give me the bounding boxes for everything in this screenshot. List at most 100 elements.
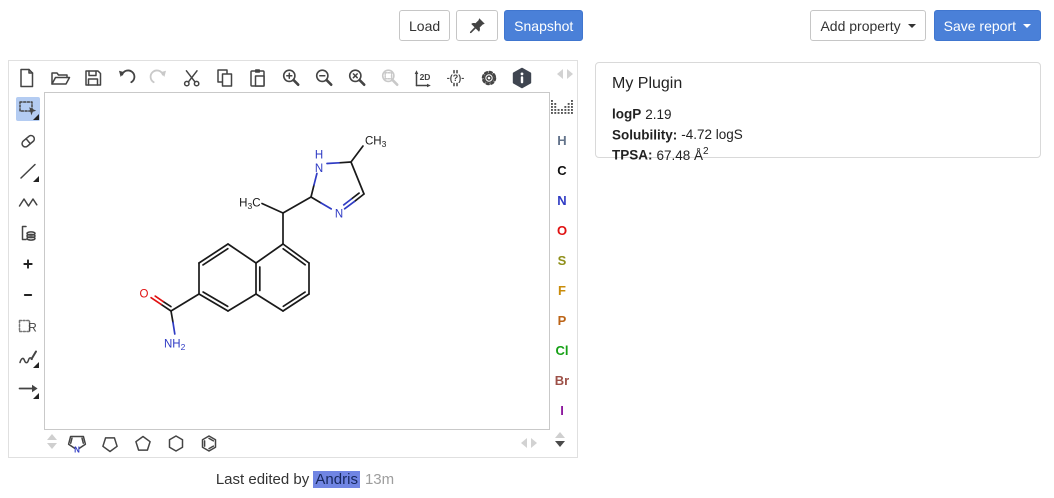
- bond-icon: [17, 160, 39, 182]
- snapshot-button[interactable]: Snapshot: [504, 10, 583, 41]
- element-button-br[interactable]: Br: [547, 365, 577, 395]
- cyclopentane-icon: [131, 431, 155, 455]
- scroll-up-icon[interactable]: [555, 432, 565, 438]
- increase-charge-tool[interactable]: [16, 252, 40, 276]
- r-group-tool[interactable]: R: [16, 314, 40, 338]
- element-button-s[interactable]: S: [547, 245, 577, 275]
- property-value: 67.48 Å: [657, 148, 704, 163]
- redo-icon: [148, 67, 170, 89]
- paste-clipboard-icon: [247, 67, 269, 89]
- cyclopentane-flat-top-icon: [98, 431, 122, 455]
- pyrrole-ring-icon: N: [65, 431, 89, 455]
- zoom-region-button[interactable]: [378, 66, 402, 90]
- clean-2d-icon: 2D: [412, 67, 435, 89]
- load-button[interactable]: Load: [399, 10, 450, 41]
- structure-check-button[interactable]: -(?)-: [444, 66, 468, 90]
- scissors-icon: [181, 67, 203, 89]
- template-cyclohexane[interactable]: [164, 431, 188, 455]
- atom-label-amide: NH2: [164, 339, 186, 353]
- scroll-right-icon[interactable]: [531, 438, 537, 448]
- scroll-right-icon[interactable]: [567, 69, 573, 79]
- rectangle-selection-tool[interactable]: [16, 97, 40, 121]
- undo-button[interactable]: [114, 66, 138, 90]
- clean-2d-button[interactable]: 2D: [411, 66, 435, 90]
- decrease-charge-tool[interactable]: [16, 283, 40, 307]
- zoom-reset-button[interactable]: [345, 66, 369, 90]
- template-scroll-spinner: [47, 434, 57, 449]
- svg-text:R: R: [28, 321, 37, 335]
- chain-tool[interactable]: [16, 190, 40, 214]
- cut-button[interactable]: [180, 66, 204, 90]
- eraser-tool[interactable]: [16, 128, 40, 152]
- template-toolbar: N: [9, 429, 579, 458]
- property-value: 2.19: [645, 107, 671, 122]
- property-superscript: 2: [703, 146, 709, 157]
- abbreviated-group-icon: [17, 222, 39, 244]
- settings-button[interactable]: [477, 66, 501, 90]
- scroll-left-icon[interactable]: [557, 69, 563, 79]
- scroll-up-icon[interactable]: [47, 434, 57, 440]
- scroll-down-icon[interactable]: [555, 441, 565, 447]
- add-property-button[interactable]: Add property: [810, 10, 925, 41]
- ring-templates: N: [65, 431, 221, 455]
- element-button-p[interactable]: P: [547, 305, 577, 335]
- benzene-icon: [197, 431, 221, 455]
- property-logp: logP 2.19: [612, 102, 1024, 123]
- molecule-drawing: H N N CH3 H3C O NH2: [45, 93, 549, 429]
- template-benzene[interactable]: [197, 431, 221, 455]
- pin-button[interactable]: [456, 10, 498, 41]
- property-label: Solubility:: [612, 127, 677, 142]
- reaction-arrow-tool[interactable]: [16, 376, 40, 400]
- scroll-down-icon[interactable]: [47, 443, 57, 449]
- abbreviated-groups-tool[interactable]: [16, 221, 40, 245]
- atom-label-side-methyl: H3C: [239, 198, 260, 212]
- zoom-in-icon: [280, 67, 302, 89]
- element-button-cl[interactable]: Cl: [547, 335, 577, 365]
- drawing-canvas[interactable]: H N N CH3 H3C O NH2: [44, 92, 550, 430]
- property-value: -4.72 logS: [681, 127, 743, 142]
- zoom-in-button[interactable]: [279, 66, 303, 90]
- element-button-n[interactable]: N: [547, 185, 577, 215]
- open-button[interactable]: [48, 66, 72, 90]
- atom-label-ring-nh: N: [315, 163, 323, 175]
- graphics-pen-tool[interactable]: [16, 345, 40, 369]
- element-button-i[interactable]: I: [547, 395, 577, 425]
- zoom-region-icon: [379, 67, 401, 89]
- zoom-out-button[interactable]: [312, 66, 336, 90]
- paste-button[interactable]: [246, 66, 270, 90]
- periodic-table-button[interactable]: [550, 97, 574, 117]
- single-bond-tool[interactable]: [16, 159, 40, 183]
- gear-icon: [478, 67, 500, 89]
- template-cyclopentane-flat-top[interactable]: [98, 431, 122, 455]
- template-pyrrole[interactable]: N: [65, 431, 89, 455]
- status-prefix: Last edited by: [216, 471, 314, 488]
- element-button-h[interactable]: H: [547, 125, 577, 155]
- scroll-left-icon[interactable]: [521, 438, 527, 448]
- template-cyclopentane[interactable]: [131, 431, 155, 455]
- redo-button[interactable]: [147, 66, 171, 90]
- periodic-table-icon: [550, 99, 574, 115]
- r-group-icon: R: [17, 315, 39, 337]
- property-tpsa: TPSA: 67.48 Å2: [612, 143, 1024, 164]
- plugin-title: My Plugin: [612, 75, 1024, 93]
- element-button-o[interactable]: O: [547, 215, 577, 245]
- last-edited-status: Last edited by Andris13m: [0, 471, 610, 488]
- save-report-button[interactable]: Save report: [934, 10, 1041, 41]
- zoom-out-icon: [313, 67, 335, 89]
- canvas-scroll-spinner: [555, 432, 565, 447]
- editor-top-toolbar: 2D -(?)-: [15, 64, 534, 92]
- property-label: TPSA:: [612, 148, 653, 163]
- minus-icon: [17, 284, 39, 306]
- copy-button[interactable]: [213, 66, 237, 90]
- element-button-c[interactable]: C: [547, 155, 577, 185]
- plugin-panel: My Plugin logP 2.19 Solubility: -4.72 logS…: [595, 62, 1041, 158]
- atom-label-oxygen: O: [140, 289, 149, 301]
- new-document-button[interactable]: [15, 66, 39, 90]
- save-button[interactable]: [81, 66, 105, 90]
- canvas-scroll-arrows: [521, 438, 537, 448]
- info-button[interactable]: [510, 66, 534, 90]
- structure-editor: 2D -(?)-: [8, 60, 578, 458]
- element-button-f[interactable]: F: [547, 275, 577, 305]
- plus-icon: [17, 253, 39, 275]
- property-label: logP: [612, 107, 641, 122]
